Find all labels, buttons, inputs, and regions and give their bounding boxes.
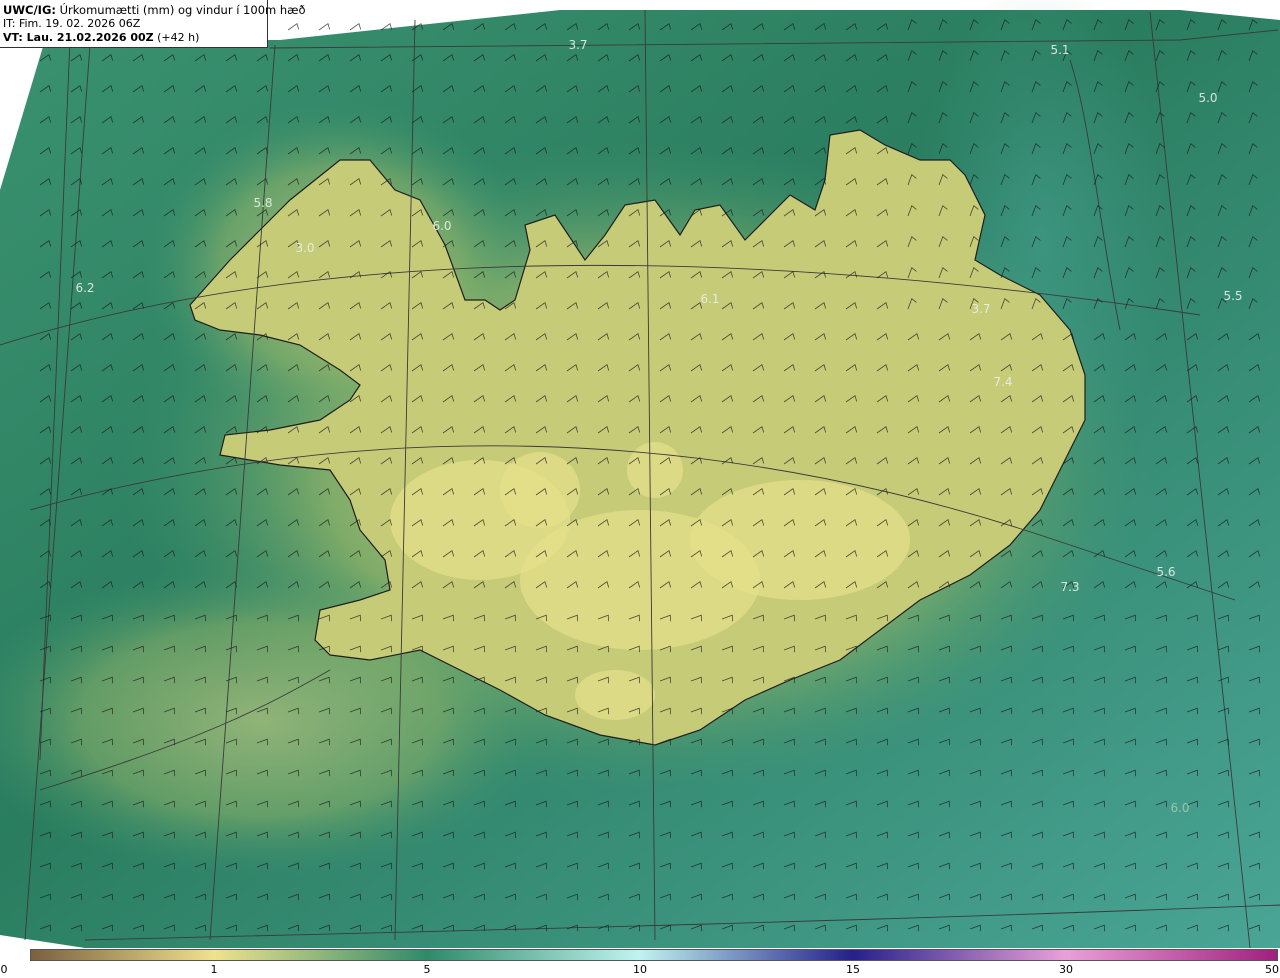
station-value: 3.7 [568, 38, 588, 52]
station-value: 3.7 [971, 302, 991, 316]
colorbar-tick-label: 15 [846, 963, 860, 976]
forecast-map: 3.7 5.1 5.0 5.8 6.0 3.0 6.2 6.1 5.5 3.7 … [0, 0, 1280, 948]
station-value: 7.3 [1060, 580, 1080, 594]
station-value: 5.6 [1156, 565, 1176, 579]
colorbar-tick-label: 0 [0, 963, 8, 976]
valid-time: VT: Lau. 21.02.2026 00Z [3, 31, 154, 44]
station-value: 5.8 [253, 196, 273, 210]
station-value: 5.5 [1223, 289, 1243, 303]
colorbar-tick-label: 5 [423, 963, 431, 976]
product-title: Úrkomumætti (mm) og vindur í 100m hæð [59, 3, 306, 17]
lead-time: (+42 h) [157, 31, 200, 44]
station-value: 6.0 [1170, 801, 1190, 815]
colorbar-tick-label: 30 [1059, 963, 1073, 976]
colorbar-tick-label: 1 [210, 963, 218, 976]
issue-time: IT: Fim. 19. 02. 2026 06Z [3, 17, 141, 30]
station-value: 6.2 [75, 281, 95, 295]
valid-time-row: VT: Lau. 21.02.2026 00Z (+42 h) [3, 31, 267, 45]
colorbar-ticks: 0 1 5 10 15 30 50 [0, 960, 1280, 978]
station-value: 6.1 [700, 292, 720, 306]
station-value: 7.4 [993, 375, 1013, 389]
product-title-row: UWC/IG: Úrkomumætti (mm) og vindur í 100… [3, 3, 306, 17]
map-canvas [0, 0, 1280, 948]
forecast-info-box: UWC/IG: Úrkomumætti (mm) og vindur í 100… [0, 0, 306, 48]
colorbar-tick-label: 10 [633, 963, 647, 976]
product-code: UWC/IG: [3, 3, 56, 17]
station-value: 3.0 [295, 241, 315, 255]
station-value: 5.1 [1050, 43, 1070, 57]
colorbar-tick-label: 50 [1265, 963, 1279, 976]
station-value: 5.0 [1198, 91, 1218, 105]
station-value: 6.0 [432, 219, 452, 233]
